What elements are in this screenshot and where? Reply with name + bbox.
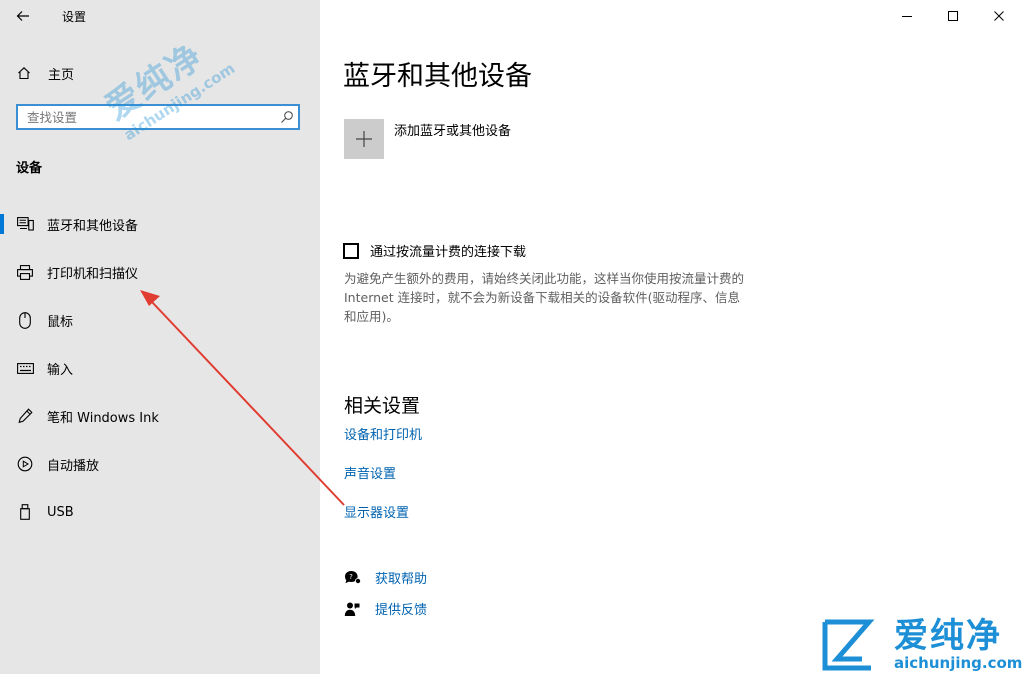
pen-icon xyxy=(16,408,34,424)
sidebar-item-printers[interactable]: 打印机和扫描仪 xyxy=(0,256,320,288)
description-line: 为避免产生额外的费用，请始终关闭此功能，这样当你使用按流量计费的 xyxy=(344,271,745,286)
minimize-icon xyxy=(902,16,912,17)
watermark-mark-icon xyxy=(822,619,875,671)
watermark-logo: 爱纯净 aichunjing.com xyxy=(822,616,1022,673)
checkbox-box[interactable] xyxy=(343,242,359,259)
display-settings-link[interactable]: 显示器设置 xyxy=(344,502,409,521)
help-chat-icon: ? xyxy=(344,570,362,585)
plus-icon xyxy=(356,131,372,147)
home-icon xyxy=(17,66,35,80)
sidebar-item-pen[interactable]: 笔和 Windows Ink xyxy=(0,400,320,432)
metered-download-label: 通过按流量计费的连接下载 xyxy=(370,245,527,260)
sidebar-item-label: 笔和 Windows Ink xyxy=(47,410,159,426)
description-line: 和应用)。 xyxy=(344,309,399,324)
sidebar-item-label: 自动播放 xyxy=(47,458,100,474)
metered-description: 为避免产生额外的费用，请始终关闭此功能，这样当你使用按流量计费的 Interne… xyxy=(344,269,799,326)
maximize-button[interactable] xyxy=(930,0,976,32)
add-device-button[interactable] xyxy=(344,119,384,159)
close-button[interactable] xyxy=(976,0,1022,32)
back-arrow-icon xyxy=(16,11,29,21)
give-feedback-label: 提供反馈 xyxy=(375,603,428,618)
sidebar-item-label: 打印机和扫描仪 xyxy=(47,266,139,282)
page-title: 蓝牙和其他设备 xyxy=(343,61,532,92)
metered-download-checkbox[interactable]: 通过按流量计费的连接下载 xyxy=(343,241,526,260)
give-feedback-link[interactable]: 提供反馈 xyxy=(344,599,427,618)
get-help-link[interactable]: ? 获取帮助 xyxy=(344,568,427,587)
feedback-icon xyxy=(344,601,362,617)
sidebar-item-bluetooth[interactable]: 蓝牙和其他设备 xyxy=(0,208,320,240)
minimize-button[interactable] xyxy=(884,0,930,32)
back-button[interactable] xyxy=(8,2,38,30)
watermark-url: aichunjing.com xyxy=(894,654,1022,673)
svg-text:?: ? xyxy=(349,573,353,581)
sidebar-item-autoplay[interactable]: 自动播放 xyxy=(0,448,320,480)
autoplay-icon xyxy=(16,456,34,472)
mouse-icon xyxy=(16,311,34,329)
related-settings-title: 相关设置 xyxy=(344,395,421,417)
devices-and-printers-link[interactable]: 设备和打印机 xyxy=(344,424,422,443)
sidebar-item-label: 蓝牙和其他设备 xyxy=(47,218,139,234)
sidebar-item-label: 鼠标 xyxy=(47,314,74,330)
search-icon[interactable] xyxy=(276,110,298,124)
sidebar-item-usb[interactable]: USB xyxy=(0,496,320,528)
section-title: 设备 xyxy=(16,161,43,176)
printer-icon xyxy=(16,264,34,280)
add-device-label[interactable]: 添加蓝牙或其他设备 xyxy=(394,120,511,139)
sidebar-item-label: 输入 xyxy=(47,362,74,378)
sidebar-item-mouse[interactable]: 鼠标 xyxy=(0,304,320,336)
usb-icon xyxy=(16,504,34,520)
app-title: 设置 xyxy=(62,10,87,24)
home-label: 主页 xyxy=(48,67,75,83)
bluetooth-devices-icon xyxy=(16,217,34,231)
sound-settings-link[interactable]: 声音设置 xyxy=(344,463,396,482)
description-line: Internet 连接时，就不会为新设备下载相关的设备软件(驱动程序、信息 xyxy=(344,290,740,305)
maximize-icon xyxy=(948,11,958,21)
watermark-text: 爱纯净 xyxy=(894,616,1002,656)
get-help-label: 获取帮助 xyxy=(375,572,428,587)
close-icon xyxy=(994,11,1004,21)
sidebar-item-typing[interactable]: 输入 xyxy=(0,352,320,384)
keyboard-icon xyxy=(16,362,34,374)
sidebar-item-label: USB xyxy=(47,504,74,520)
